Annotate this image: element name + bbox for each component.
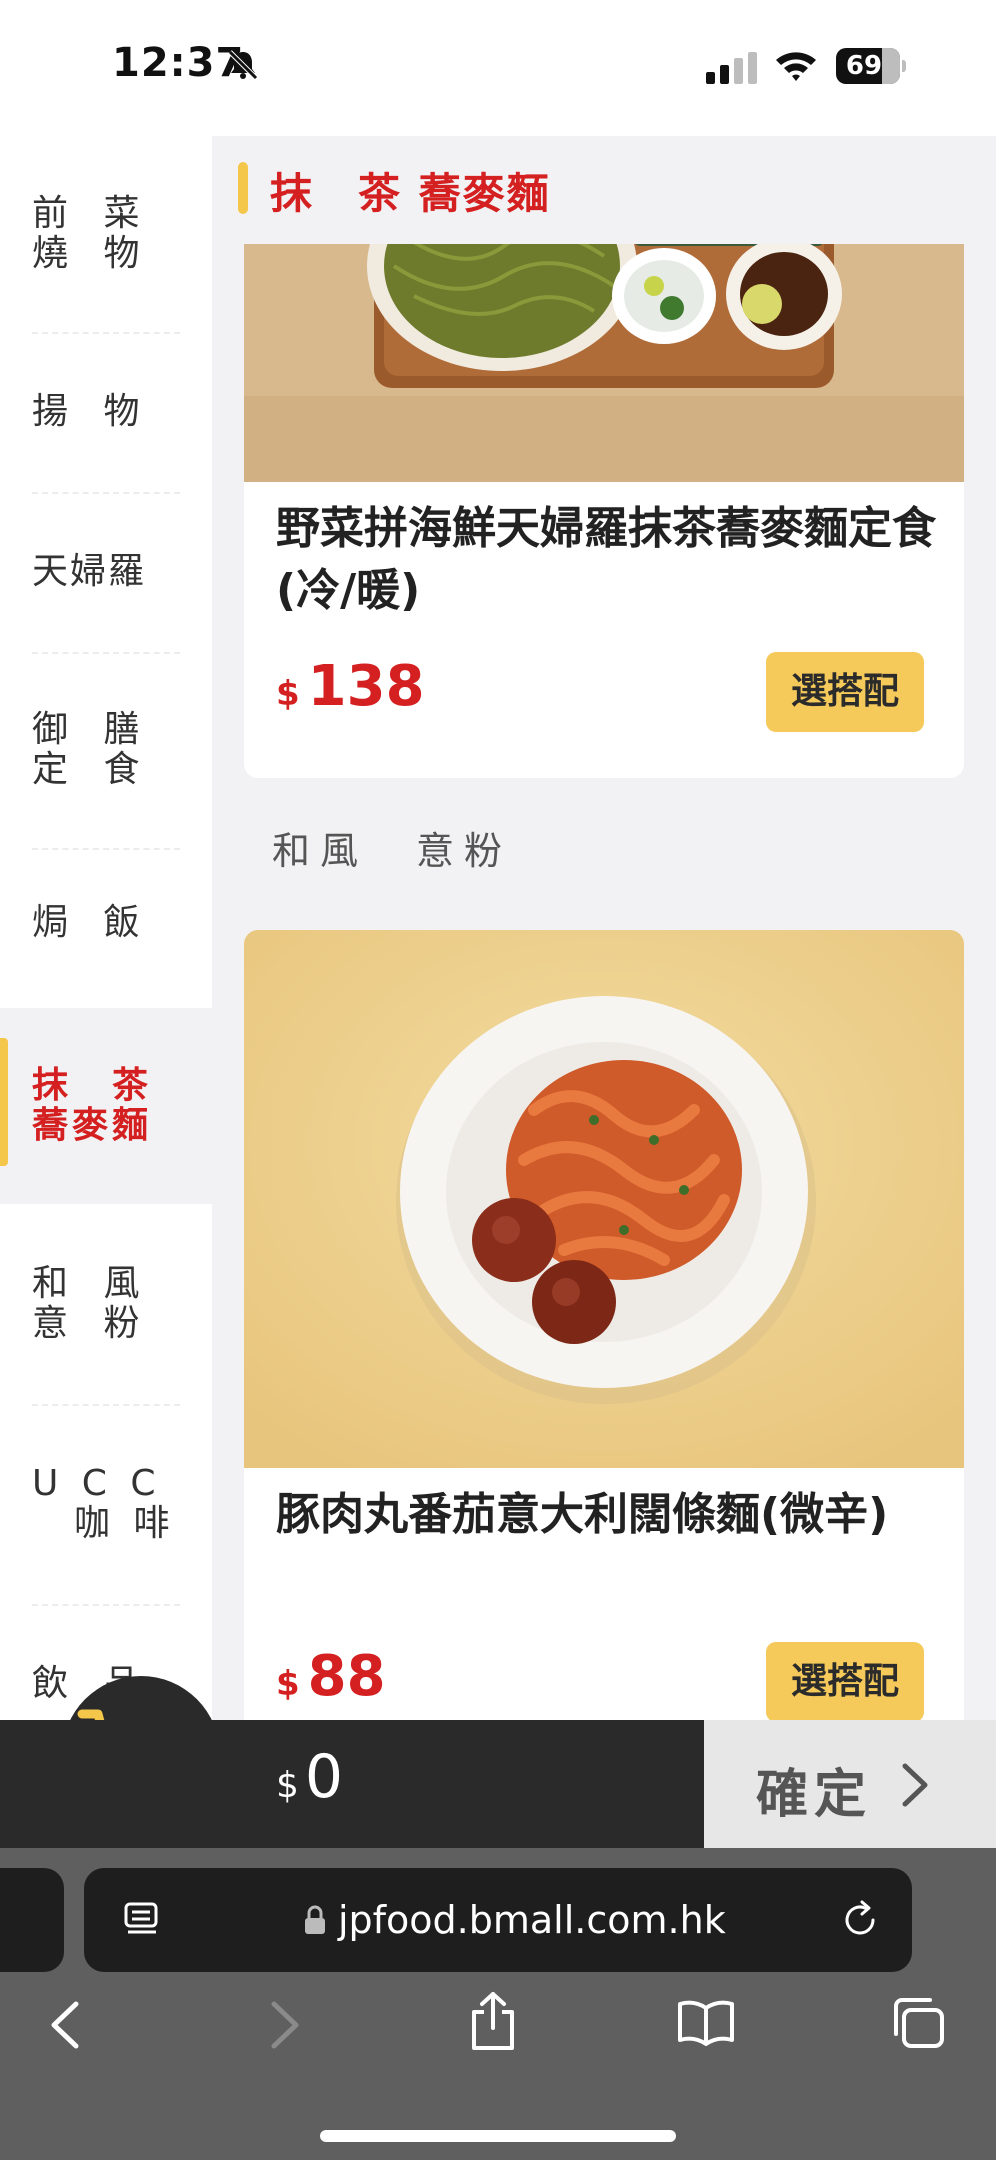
cart-total: $0	[276, 1742, 343, 1812]
sidebar-item-label: 揚 物	[32, 391, 152, 432]
url-text: jpfood.bmall.com.hk	[338, 1898, 726, 1942]
confirm-button[interactable]: 確定	[704, 1720, 996, 1848]
sidebar-item-tempura[interactable]: 天婦羅	[0, 492, 212, 652]
reader-menu-icon[interactable]	[122, 1900, 162, 1940]
battery-icon: 69	[836, 48, 906, 84]
select-options-button[interactable]: 選搭配	[766, 1642, 924, 1720]
section-label-wafu-pasta: 和風 意粉	[272, 829, 513, 873]
sidebar-item-set-meal[interactable]: 御 膳 定 食	[0, 652, 212, 848]
sidebar-item-wafu-pasta[interactable]: 和 風 意 粉	[0, 1204, 212, 1404]
category-sidebar: 前 菜 燒 物 揚 物 天婦羅 御 膳 定 食 焗 飯 抹 茶 蕎麥麵 和 風 …	[0, 136, 212, 1720]
previous-tab-preview[interactable]	[0, 1868, 64, 1972]
cellular-signal-icon	[706, 52, 757, 84]
sidebar-item-ucc-coffee[interactable]: U C C 咖 啡	[0, 1404, 212, 1604]
cart-total-amount: 0	[304, 1742, 344, 1812]
section-accent-bar	[238, 162, 248, 214]
sidebar-item-label: 御 膳 定 食	[32, 709, 152, 790]
chevron-right-icon	[902, 1763, 928, 1807]
price-value: 138	[307, 654, 425, 719]
status-bar: 12:37 69	[0, 0, 996, 136]
home-indicator	[320, 2130, 676, 2142]
forward-icon[interactable]	[268, 2000, 302, 2050]
menu-content[interactable]: 抹 茶 蕎麥麵 野菜拼海鮮天婦羅抹茶蕎麥麵定食(冷/暖) $138 選搭配 和風…	[212, 136, 996, 1720]
price-currency: $	[276, 674, 300, 714]
sidebar-item-label: 天婦羅	[32, 551, 147, 592]
cart-currency: $	[276, 1765, 299, 1806]
tabs-icon[interactable]	[890, 1996, 946, 2050]
select-options-button[interactable]: 選搭配	[766, 652, 924, 732]
bell-muted-icon	[228, 50, 258, 80]
reload-icon[interactable]	[840, 1900, 880, 1940]
sidebar-item-label: 和 風 意 粉	[32, 1263, 152, 1344]
bookmarks-icon[interactable]	[676, 1998, 736, 2046]
sidebar-item-matcha-soba[interactable]: 抹 茶 蕎麥麵	[0, 1008, 212, 1204]
confirm-label: 確定	[756, 1765, 873, 1825]
lock-icon	[305, 1905, 325, 1934]
sidebar-item-label: U C C 咖 啡	[32, 1463, 176, 1544]
status-time: 12:37	[112, 40, 245, 86]
cart-button-top	[62, 1676, 220, 1738]
sidebar-item-label: 抹 茶 蕎麥麵	[32, 1065, 153, 1146]
wifi-icon	[776, 52, 816, 81]
menu-item-name: 野菜拼海鮮天婦羅抹茶蕎麥麵定食(冷/暖)	[276, 503, 936, 616]
sidebar-item-label: 前 菜 燒 物	[32, 193, 152, 274]
sidebar-item-label: 焗 飯	[32, 902, 152, 943]
sidebar-item-starters[interactable]: 前 菜 燒 物	[0, 136, 212, 332]
dish-photo-meatball-pasta	[244, 930, 964, 1468]
section-header: 抹 茶 蕎麥麵	[212, 136, 996, 244]
menu-item-price: $138	[276, 654, 425, 719]
menu-item-card[interactable]: 豚肉丸番茄意大利闊條麵(微辛) $88 選搭配	[244, 930, 964, 1720]
battery-level: 69	[845, 51, 883, 81]
browser-toolbar: jpfood.bmall.com.hk	[0, 1848, 996, 2160]
price-currency: $	[276, 1664, 300, 1704]
dish-photo-matcha-soba-set	[244, 216, 964, 482]
price-value: 88	[307, 1644, 386, 1709]
sidebar-item-baked-rice[interactable]: 焗 飯	[0, 848, 212, 998]
section-title: 抹 茶 蕎麥麵	[270, 169, 551, 218]
sidebar-item-fried[interactable]: 揚 物	[0, 332, 212, 492]
menu-item-price: $88	[276, 1644, 386, 1709]
address-bar[interactable]: jpfood.bmall.com.hk	[84, 1868, 912, 1972]
menu-item-card[interactable]: 野菜拼海鮮天婦羅抹茶蕎麥麵定食(冷/暖) $138 選搭配	[244, 216, 964, 778]
cart-bar: $0 確定	[0, 1720, 996, 1848]
back-icon[interactable]	[48, 2000, 82, 2050]
share-icon[interactable]	[468, 1990, 518, 2052]
menu-item-name: 豚肉丸番茄意大利闊條麵(微辛)	[276, 1489, 889, 1540]
